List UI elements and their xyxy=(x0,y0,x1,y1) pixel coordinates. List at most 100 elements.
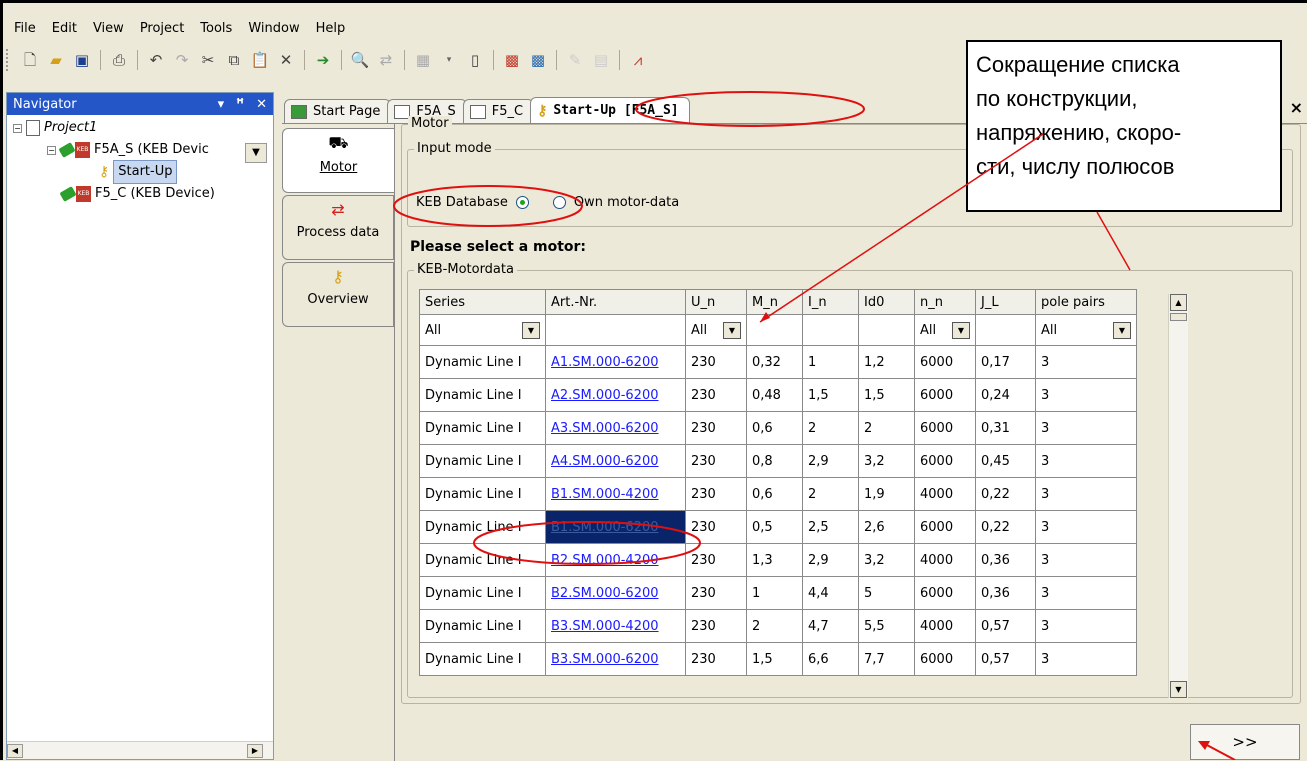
table-cell[interactable]: 1 xyxy=(746,576,803,610)
collapse-icon[interactable]: − xyxy=(13,123,22,133)
close-document-icon[interactable]: × xyxy=(1290,98,1303,117)
tree-item-startup[interactable]: ⚷ Start-Up xyxy=(99,160,178,184)
scroll-left-icon[interactable]: ◀ xyxy=(7,744,23,758)
table-cell[interactable]: 0,45 xyxy=(975,444,1036,478)
find-icon[interactable]: 🔍 xyxy=(350,50,370,70)
project-dropdown-button[interactable]: ▼ xyxy=(245,143,267,163)
table-cell[interactable]: B3.SM.000-4200 xyxy=(545,609,686,643)
table-cell[interactable]: B1.SM.000-4200 xyxy=(545,477,686,511)
side-tab-motor[interactable]: ⛟ Motor xyxy=(282,128,394,193)
article-number-link[interactable]: A3.SM.000-6200 xyxy=(551,421,659,436)
column-header[interactable]: U_n xyxy=(685,289,747,315)
filter-dropdown[interactable]: All ▼ xyxy=(691,321,741,339)
article-number-link[interactable]: A4.SM.000-6200 xyxy=(551,454,659,469)
menu-file[interactable]: File xyxy=(6,18,44,40)
tab-start-up[interactable]: ⚷ Start-Up [F5A_S] xyxy=(530,97,690,123)
pin-icon[interactable]: ꟸ xyxy=(236,97,244,112)
filter-cell[interactable]: All ▼ xyxy=(685,314,747,346)
table-cell[interactable]: 0,57 xyxy=(975,609,1036,643)
table-cell[interactable]: 3 xyxy=(1035,477,1137,511)
scroll-down-icon[interactable]: ▼ xyxy=(1170,681,1187,698)
table-cell[interactable]: 3 xyxy=(1035,510,1137,544)
column-header[interactable]: Series xyxy=(419,289,546,315)
document-icon[interactable]: ▯ xyxy=(465,50,485,70)
table-cell[interactable]: 6000 xyxy=(914,576,976,610)
table-cell[interactable]: 3,2 xyxy=(858,444,915,478)
undo-icon[interactable]: ↶ xyxy=(146,50,166,70)
table-cell[interactable]: 4,4 xyxy=(802,576,859,610)
table-cell[interactable]: 4000 xyxy=(914,609,976,643)
column-header[interactable]: Id0 xyxy=(858,289,915,315)
table-cell[interactable]: 6000 xyxy=(914,444,976,478)
chevron-down-icon[interactable]: ▼ xyxy=(723,321,741,339)
table-cell[interactable]: 1,2 xyxy=(858,345,915,379)
article-number-link[interactable]: B2.SM.000-6200 xyxy=(551,586,659,601)
scroll-thumb[interactable] xyxy=(1170,313,1187,321)
report-icon[interactable]: ▤ xyxy=(591,50,611,70)
scope-chart-icon[interactable]: ⩘ xyxy=(628,50,648,70)
table-cell[interactable]: 0,36 xyxy=(975,543,1036,577)
table-cell[interactable]: 6,6 xyxy=(802,642,859,676)
keb-device-icon[interactable]: ▩ xyxy=(502,50,522,70)
menu-tools[interactable]: Tools xyxy=(192,18,240,40)
column-header[interactable]: pole pairs xyxy=(1035,289,1137,315)
table-cell[interactable]: 230 xyxy=(685,576,747,610)
article-number-link[interactable]: B1.SM.000-4200 xyxy=(551,487,659,502)
table-cell[interactable]: 3,2 xyxy=(858,543,915,577)
column-header[interactable]: Art.-Nr. xyxy=(545,289,686,315)
table-cell[interactable]: 2 xyxy=(802,477,859,511)
close-icon[interactable]: ✕ xyxy=(256,97,267,112)
table-row[interactable]: Dynamic Line I B3.SM.000-6200 230 1,5 6,6 7,7… xyxy=(419,642,1137,676)
new-file-icon[interactable]: 🗋 xyxy=(20,50,40,70)
table-cell[interactable]: 1 xyxy=(802,345,859,379)
table-cell[interactable]: 0,31 xyxy=(975,411,1036,445)
table-row[interactable]: Dynamic Line I B3.SM.000-4200 230 2 4,7 5,5 40… xyxy=(419,609,1137,643)
table-cell[interactable]: B2.SM.000-4200 xyxy=(545,543,686,577)
table-cell[interactable]: 6000 xyxy=(914,378,976,412)
table-cell[interactable]: 0,22 xyxy=(975,510,1036,544)
table-row[interactable]: Dynamic Line I A1.SM.000-6200 230 0,32 1 1,2 6… xyxy=(419,345,1137,379)
delete-icon[interactable]: ✕ xyxy=(276,50,296,70)
cut-icon[interactable]: ✂ xyxy=(198,50,218,70)
filter-cell[interactable]: All ▼ xyxy=(914,314,976,346)
table-cell[interactable]: 1,9 xyxy=(858,477,915,511)
side-tab-overview[interactable]: ⚷ Overview xyxy=(282,262,394,327)
table-cell[interactable]: Dynamic Line I xyxy=(419,543,546,577)
article-number-link[interactable]: B1.SM.000-6200 xyxy=(551,520,659,535)
scroll-up-icon[interactable]: ▲ xyxy=(1170,294,1187,311)
horizontal-scrollbar[interactable]: ◀ ▶ xyxy=(7,741,273,759)
table-row[interactable]: Dynamic Line I B1.SM.000-4200 230 0,6 2 1,9 40… xyxy=(419,477,1137,511)
table-cell[interactable]: 3 xyxy=(1035,609,1137,643)
table-cell[interactable]: 0,57 xyxy=(975,642,1036,676)
column-header[interactable]: M_n xyxy=(746,289,803,315)
article-number-link[interactable]: B3.SM.000-6200 xyxy=(551,652,659,667)
table-cell[interactable]: 230 xyxy=(685,510,747,544)
print-icon[interactable]: ⎙ xyxy=(109,50,129,70)
table-cell[interactable]: 2 xyxy=(858,411,915,445)
filter-dropdown[interactable]: All ▼ xyxy=(425,321,540,339)
table-cell[interactable]: 7,7 xyxy=(858,642,915,676)
table-cell[interactable]: Dynamic Line I xyxy=(419,378,546,412)
column-header[interactable]: J_L xyxy=(975,289,1036,315)
table-row[interactable]: Dynamic Line I B1.SM.000-6200 230 0,5 2,5 2,6… xyxy=(419,510,1137,544)
chevron-down-icon[interactable]: ▼ xyxy=(952,321,970,339)
table-cell[interactable]: 3 xyxy=(1035,642,1137,676)
menu-edit[interactable]: Edit xyxy=(44,18,85,40)
radio-keb-label[interactable]: KEB Database xyxy=(416,195,508,210)
table-cell[interactable]: 6000 xyxy=(914,411,976,445)
table-row[interactable]: Dynamic Line I B2.SM.000-4200 230 1,3 2,9 3,2… xyxy=(419,543,1137,577)
filter-dropdown[interactable]: All ▼ xyxy=(1041,321,1131,339)
table-cell[interactable]: 1,5 xyxy=(858,378,915,412)
keb-network-icon[interactable]: ▩ xyxy=(528,50,548,70)
filter-cell[interactable]: All ▼ xyxy=(419,314,546,346)
table-icon[interactable]: ▦ xyxy=(413,50,433,70)
article-number-link[interactable]: A1.SM.000-6200 xyxy=(551,355,659,370)
article-number-link[interactable]: A2.SM.000-6200 xyxy=(551,388,659,403)
menu-help[interactable]: Help xyxy=(308,18,354,40)
table-cell[interactable]: Dynamic Line I xyxy=(419,411,546,445)
tree-item-device-f5a-s[interactable]: − F5A_S (KEB Devic xyxy=(47,139,209,161)
table-cell[interactable]: B1.SM.000-6200 xyxy=(545,510,686,544)
table-cell[interactable]: A3.SM.000-6200 xyxy=(545,411,686,445)
table-cell[interactable]: 1,5 xyxy=(802,378,859,412)
table-cell[interactable]: 0,6 xyxy=(746,411,803,445)
